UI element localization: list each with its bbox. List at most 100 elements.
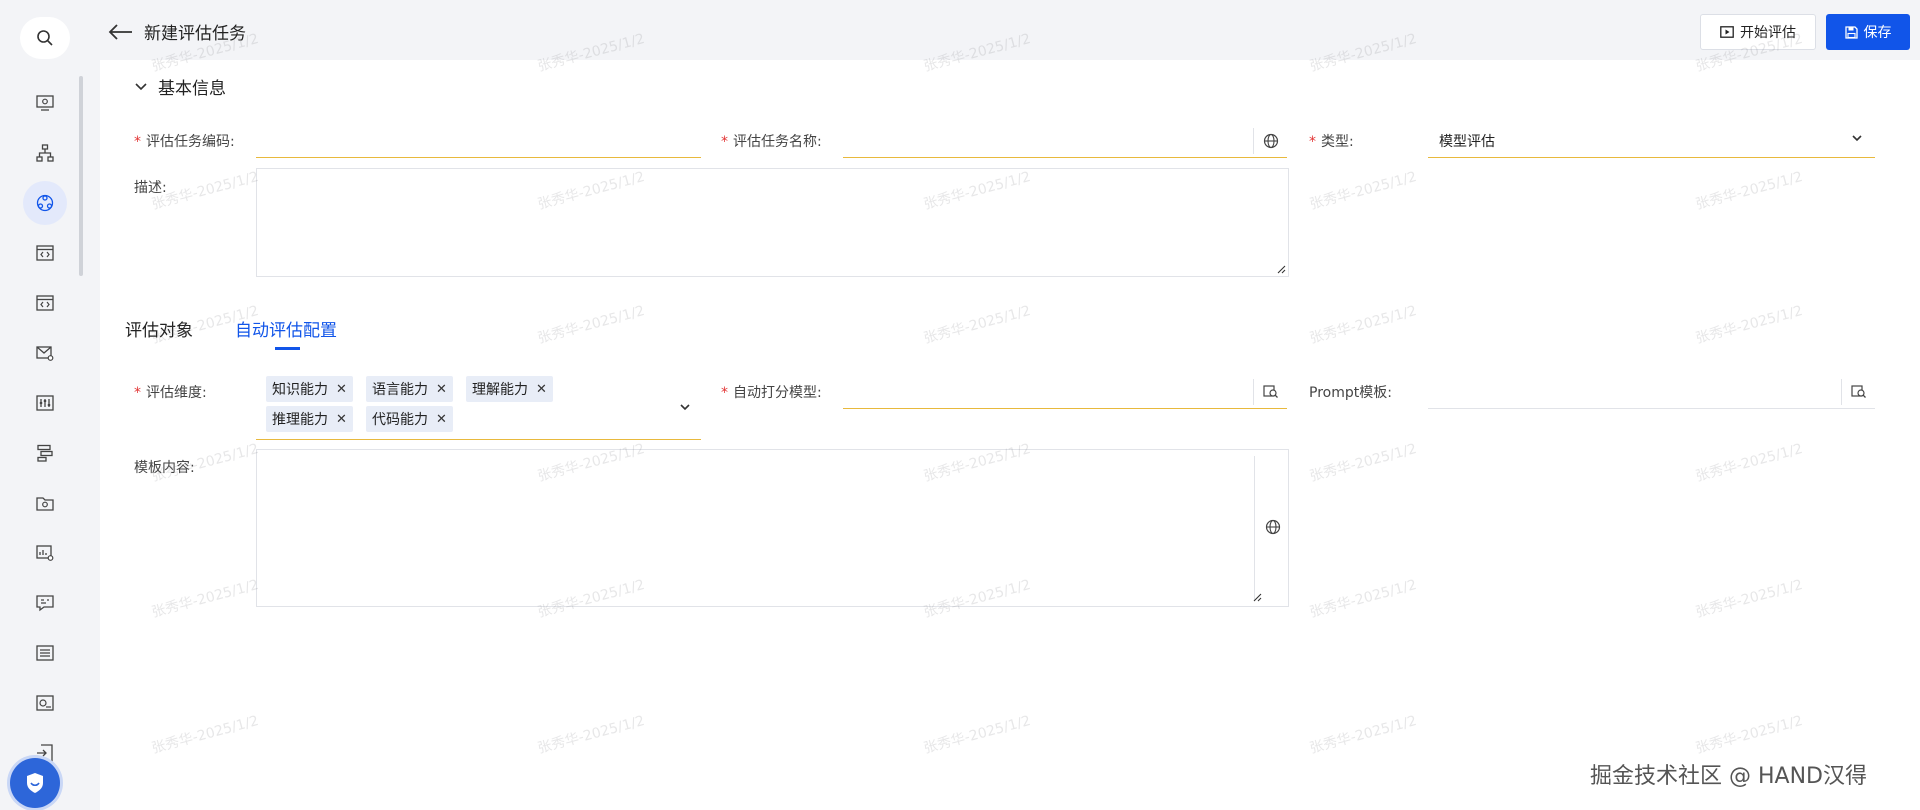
- tab-auto-evaluation-config[interactable]: 自动评估配置: [235, 316, 337, 341]
- watermark: 张秀华-2025/1/2: [150, 713, 261, 757]
- scoring-model-label: * 自动打分模型:: [721, 385, 822, 401]
- dimension-label: * 评估维度:: [134, 385, 207, 401]
- code-window-icon: [36, 245, 54, 261]
- sidebar-item-dashboard[interactable]: [20, 528, 70, 578]
- lov-search-icon: [1850, 385, 1866, 398]
- task-name-label: * 评估任务名称:: [721, 134, 822, 150]
- task-code-input[interactable]: [256, 124, 701, 158]
- shield-logo-icon: [27, 773, 43, 793]
- tag-close-icon[interactable]: ✕: [336, 382, 347, 397]
- type-label: * 类型:: [1309, 134, 1354, 150]
- start-evaluation-label: 开始评估: [1740, 25, 1796, 41]
- watermark: 张秀华-2025/1/2: [1694, 303, 1805, 347]
- basic-info-title: 基本信息: [158, 79, 226, 99]
- description-label: 描述:: [134, 180, 167, 196]
- sidebar: [0, 0, 88, 810]
- watermark: 张秀华-2025/1/2: [1694, 441, 1805, 485]
- code-window-alt-icon: [36, 295, 54, 311]
- required-mark: *: [134, 385, 141, 401]
- tag-close-icon[interactable]: ✕: [336, 412, 347, 427]
- sidebar-item-monitor[interactable]: [20, 78, 70, 128]
- watermark: 张秀华-2025/1/2: [1308, 577, 1419, 621]
- watermark: 张秀华-2025/1/2: [1308, 713, 1419, 757]
- prompt-template-label: Prompt模板:: [1309, 385, 1392, 401]
- play-icon: [1720, 26, 1734, 38]
- template-i18n-button[interactable]: [1257, 512, 1289, 542]
- watermark: 张秀华-2025/1/2: [922, 303, 1033, 347]
- sidebar-item-folder[interactable]: [20, 478, 70, 528]
- required-mark: *: [1309, 134, 1316, 150]
- textarea-suffix-divider: [1254, 456, 1255, 600]
- watermark: 张秀华-2025/1/2: [1694, 713, 1805, 757]
- monitor-settings-icon: [36, 95, 54, 111]
- arrow-left-icon: [108, 24, 132, 40]
- sidebar-item-code[interactable]: [20, 228, 70, 278]
- description-textarea[interactable]: [256, 168, 1289, 277]
- resize-grip-icon[interactable]: [1276, 264, 1286, 274]
- save-label: 保存: [1863, 25, 1892, 41]
- chat-edit-icon: [36, 595, 54, 612]
- basic-info-toggle[interactable]: 基本信息: [134, 74, 226, 99]
- chevron-down-icon: [135, 82, 147, 90]
- watermark: 张秀华-2025/1/2: [1308, 169, 1419, 213]
- save-icon: [1844, 25, 1858, 39]
- sidebar-item-sliders[interactable]: [20, 378, 70, 428]
- dimension-tag: 代码能力 ✕: [366, 406, 453, 432]
- type-select[interactable]: 模型评估: [1428, 124, 1875, 158]
- prompt-template-lov[interactable]: [1428, 375, 1875, 409]
- tag-close-icon[interactable]: ✕: [536, 382, 547, 397]
- save-button[interactable]: 保存: [1826, 14, 1910, 50]
- sidebar-item-mail[interactable]: [20, 328, 70, 378]
- prompt-template-search-button[interactable]: [1841, 379, 1875, 405]
- dimension-tag: 理解能力 ✕: [466, 376, 553, 402]
- tag-close-icon[interactable]: ✕: [436, 382, 447, 397]
- watermark: 张秀华-2025/1/2: [536, 713, 647, 757]
- sidebar-item-chat[interactable]: [20, 578, 70, 628]
- tab-evaluation-object[interactable]: 评估对象: [125, 316, 193, 341]
- template-content-label: 模板内容:: [134, 460, 195, 476]
- sidebar-scrollbar[interactable]: [79, 76, 83, 276]
- required-mark: *: [721, 385, 728, 401]
- dimension-multiselect[interactable]: 知识能力 ✕ 语言能力 ✕ 理解能力 ✕ 推理能力 ✕ 代码能力 ✕: [256, 372, 701, 440]
- watermark: 张秀华-2025/1/2: [1694, 577, 1805, 621]
- page-title: 新建评估任务: [144, 24, 246, 44]
- resize-grip-icon[interactable]: [1252, 592, 1262, 602]
- sidebar-item-org[interactable]: [20, 128, 70, 178]
- main-panel: 基本信息 * 评估任务编码: * 评估任务名称: * 类型: 模型评估 描述: 评估对…: [100, 31, 1920, 810]
- pie-window-icon: [36, 695, 54, 711]
- model-hub-icon: [36, 194, 54, 212]
- scoring-model-search-button[interactable]: [1253, 379, 1287, 405]
- sidebar-item-flow[interactable]: [20, 428, 70, 478]
- watermark: 张秀华-2025/1/2: [536, 303, 647, 347]
- dashboard-settings-icon: [36, 545, 54, 561]
- sidebar-item-code-alt[interactable]: [20, 278, 70, 328]
- type-select-value: 模型评估: [1439, 133, 1495, 150]
- brand-watermark: 掘金技术社区 @ HAND汉得: [1590, 764, 1867, 789]
- task-name-input[interactable]: [843, 124, 1287, 158]
- folder-settings-icon: [36, 497, 54, 511]
- scoring-model-lov[interactable]: [843, 375, 1287, 409]
- watermark: 张秀华-2025/1/2: [922, 713, 1033, 757]
- search-button[interactable]: [20, 17, 70, 59]
- watermark: 张秀华-2025/1/2: [1308, 303, 1419, 347]
- page-header: 新建评估任务 开始评估 保存: [88, 0, 1920, 60]
- globe-icon: [1263, 133, 1278, 149]
- template-content-textarea[interactable]: [256, 449, 1289, 607]
- sidebar-item-pie[interactable]: [20, 678, 70, 728]
- task-name-i18n-button[interactable]: [1253, 128, 1287, 154]
- sidebar-item-model[interactable]: [20, 178, 70, 228]
- search-icon: [37, 30, 53, 46]
- sidebar-nav: [20, 78, 70, 778]
- globe-icon: [1265, 519, 1281, 535]
- watermark: 张秀华-2025/1/2: [150, 577, 261, 621]
- back-button[interactable]: [106, 18, 134, 46]
- chevron-down-icon: [680, 404, 690, 411]
- start-evaluation-button[interactable]: 开始评估: [1700, 14, 1816, 50]
- flow-chart-icon: [37, 444, 53, 462]
- chevron-down-icon: [1852, 135, 1862, 142]
- assistant-logo[interactable]: [10, 758, 60, 808]
- sidebar-item-list[interactable]: [20, 628, 70, 678]
- active-tab-indicator: [275, 347, 300, 350]
- tag-close-icon[interactable]: ✕: [436, 412, 447, 427]
- watermark: 张秀华-2025/1/2: [1694, 169, 1805, 213]
